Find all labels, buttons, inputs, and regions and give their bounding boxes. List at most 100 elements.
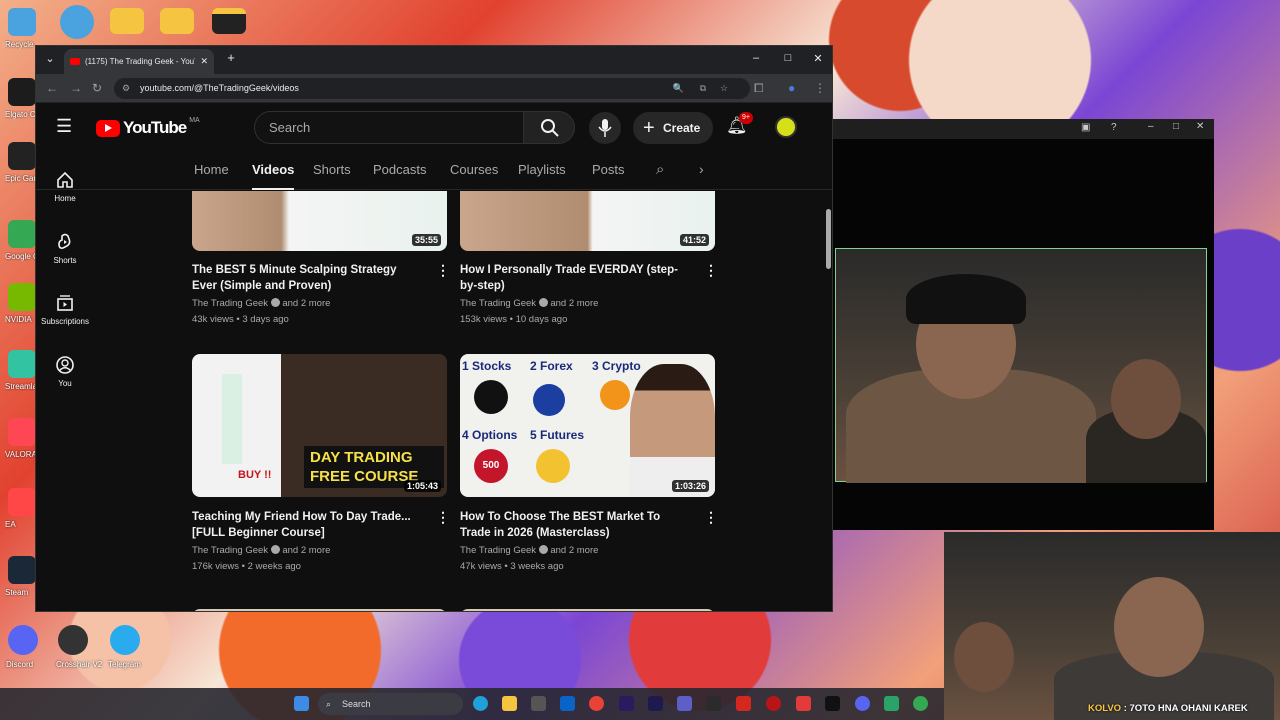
teams-icon[interactable] [677,696,692,711]
window-icon[interactable]: ▣ [1081,122,1090,133]
more-actions-icon[interactable]: ⋮ [436,262,450,279]
desktop-app-icon[interactable] [8,220,36,248]
address-bar-row: ← → ↻ ⚙ youtube.com/@TheTradingGeek/vide… [36,74,832,103]
desktop-app-icon[interactable] [8,142,36,170]
tab-courses[interactable]: Courses [450,162,498,177]
collaborators[interactable]: and 2 more [550,545,598,556]
folder-icon[interactable] [212,8,246,34]
tab-podcasts[interactable]: Podcasts [373,162,426,177]
new-tab-button[interactable]: + [221,50,241,65]
site-info-icon[interactable]: ⚙ [122,78,130,99]
scrollbar-thumb[interactable] [826,209,831,269]
zoom-icon[interactable]: 🔍 [673,78,684,99]
youtube-logo[interactable]: YouTube MA [96,117,200,138]
edge-icon[interactable] [473,696,488,711]
collaborators[interactable]: and 2 more [550,298,598,309]
account-avatar[interactable] [775,116,797,138]
start-icon[interactable] [294,696,309,711]
hamburger-menu-icon[interactable]: ☰ [56,116,72,137]
menu-icon[interactable]: ⋮ [814,81,826,95]
chrome-icon[interactable] [913,696,928,711]
minimize-button[interactable]: – [746,52,766,64]
more-actions-icon[interactable]: ⋮ [704,509,718,526]
video-thumbnail[interactable]: 41:52 [460,191,715,251]
chrome-icon[interactable] [589,696,604,711]
folder-icon[interactable] [160,8,194,34]
desktop-app-icon[interactable] [8,283,36,311]
minimize-button[interactable]: – [1148,121,1154,132]
desktop-app-icon[interactable] [110,625,140,655]
acrobat-icon[interactable] [736,696,751,711]
channel-name[interactable]: The Trading Geek [192,298,268,309]
tab-home[interactable]: Home [194,162,229,177]
create-button[interactable]: + Create [633,112,713,144]
video-thumbnail[interactable]: DAY TRADING FREE COURSE BUY !! 1:05:43 [192,354,447,497]
collaborators[interactable]: and 2 more [282,545,330,556]
video-thumbnail[interactable] [192,609,447,611]
search-input[interactable]: Search [254,111,524,144]
install-icon[interactable]: ⧉ [700,78,706,99]
collaborators[interactable]: and 2 more [282,298,330,309]
discord-icon[interactable] [855,696,870,711]
desktop-app-icon[interactable] [8,488,36,516]
maximize-button[interactable]: □ [778,52,798,64]
tradingview-icon[interactable] [825,696,840,711]
file-explorer-icon[interactable] [502,696,517,711]
after-effects-icon[interactable] [648,696,663,711]
guide-item-shorts[interactable]: Shorts [36,232,94,265]
office-icon[interactable] [796,696,811,711]
forward-icon[interactable]: → [70,81,82,95]
desktop-app-icon[interactable] [8,8,36,36]
calculator-icon[interactable] [531,696,546,711]
video-title[interactable]: Teaching My Friend How To Day Trade... [… [192,509,422,541]
bookmark-star-icon[interactable]: ☆ [720,78,728,99]
browser-tab[interactable]: (1175) The Trading Geek - YouTube ✕ [64,49,214,74]
desktop-app-icon[interactable] [8,418,36,446]
premiere-icon[interactable] [619,696,634,711]
close-window-button[interactable]: ✕ [1196,121,1204,132]
taskbar-search[interactable]: ⌕ Search [318,693,463,715]
chevron-right-icon[interactable]: › [699,161,704,177]
url-bar[interactable]: ⚙ youtube.com/@TheTradingGeek/videos 🔍 ⧉… [114,78,750,99]
reload-icon[interactable]: ↻ [92,81,102,95]
app-icon[interactable] [884,696,899,711]
guide-item-you[interactable]: You [36,355,94,388]
folder-icon[interactable] [60,5,94,39]
close-window-button[interactable]: ✕ [808,52,828,65]
tab-search-icon[interactable]: ⌄ [40,52,60,65]
tab-shorts[interactable]: Shorts [313,162,351,177]
desktop-app-icon[interactable] [8,350,36,378]
video-title[interactable]: How To Choose The BEST Market To Trade i… [460,509,690,541]
desktop-app-icon[interactable] [8,556,36,584]
tab-posts[interactable]: Posts [592,162,625,177]
help-icon[interactable]: ? [1111,122,1117,133]
more-actions-icon[interactable]: ⋮ [704,262,718,279]
folder-icon[interactable] [110,8,144,34]
outlook-icon[interactable] [560,696,575,711]
channel-name[interactable]: The Trading Geek [460,545,536,556]
more-actions-icon[interactable]: ⋮ [436,509,450,526]
voice-search-button[interactable] [589,112,621,144]
channel-name[interactable]: The Trading Geek [460,298,536,309]
back-icon[interactable]: ← [46,81,58,95]
extensions-icon[interactable]: ⧠ [754,81,764,96]
video-title[interactable]: How I Personally Trade EVERDAY (step-by-… [460,262,690,294]
guide-item-subscriptions[interactable]: Subscriptions [36,293,94,326]
app-icon[interactable] [706,696,721,711]
desktop-app-icon[interactable] [58,625,88,655]
app-icon[interactable] [766,696,781,711]
desktop-app-icon[interactable] [8,78,36,106]
tab-videos[interactable]: Videos [252,162,294,177]
desktop-app-icon[interactable] [8,625,38,655]
video-title[interactable]: The BEST 5 Minute Scalping Strategy Ever… [192,262,422,294]
maximize-button[interactable]: □ [1173,121,1179,132]
channel-name[interactable]: The Trading Geek [192,545,268,556]
profile-icon[interactable]: ● [788,81,795,95]
search-button[interactable] [523,111,575,144]
channel-search-icon[interactable]: ⌕ [656,161,664,178]
video-thumbnail[interactable]: 35:55 [192,191,447,251]
close-tab-icon[interactable]: ✕ [200,56,208,67]
video-thumbnail[interactable] [460,609,715,611]
tab-playlists[interactable]: Playlists [518,162,566,177]
video-thumbnail[interactable]: 1 Stocks 2 Forex 3 Crypto 4 Options 5 Future… [460,354,715,497]
